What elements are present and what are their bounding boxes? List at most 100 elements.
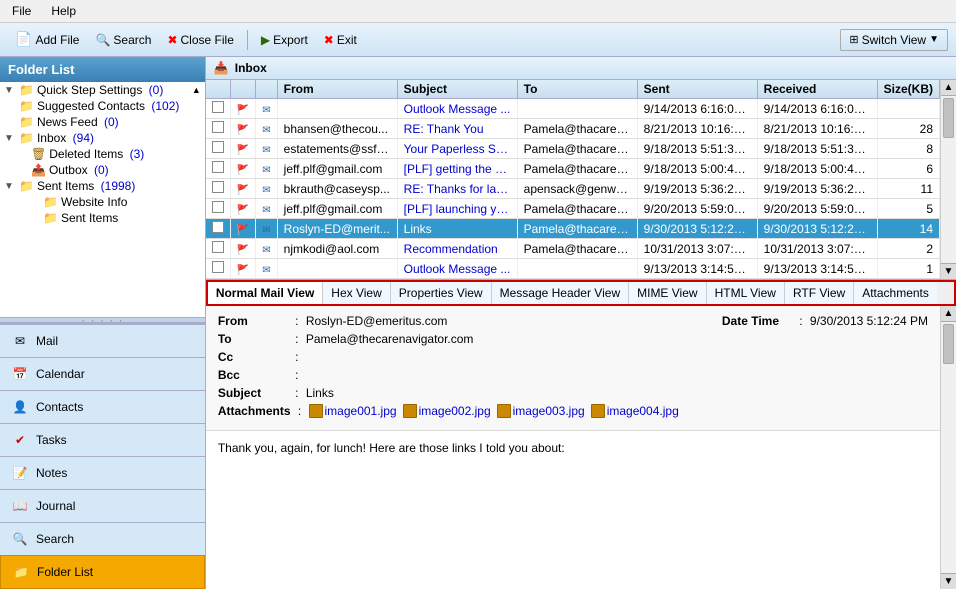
- table-row[interactable]: 🚩 ✉ bhansen@thecou... RE: Thank You Pame…: [206, 119, 940, 139]
- export-button[interactable]: ▶ Export: [254, 29, 315, 51]
- to-value: Pamela@thecarenavigator.com: [306, 332, 474, 346]
- row-check[interactable]: [206, 259, 231, 279]
- tree-item-suggested[interactable]: 📁 Suggested Contacts (102): [0, 98, 205, 114]
- table-row[interactable]: 🚩 ✉ jeff.plf@gmail.com [PLF] getting the…: [206, 159, 940, 179]
- table-row[interactable]: 🚩 ✉ estatements@ssfc... Your Paperless S…: [206, 139, 940, 159]
- exit-button[interactable]: ✖ Exit: [317, 29, 364, 51]
- row-check[interactable]: [206, 119, 231, 139]
- row-check[interactable]: [206, 219, 231, 239]
- checkbox[interactable]: [212, 261, 224, 273]
- col-sent[interactable]: Sent: [637, 80, 757, 99]
- col-received[interactable]: Received: [757, 80, 877, 99]
- row-flag: 🚩: [230, 259, 255, 279]
- preview-scroll-down[interactable]: ▼: [941, 573, 956, 589]
- view-tab-hex-view[interactable]: Hex View: [323, 282, 390, 304]
- col-subject[interactable]: Subject: [397, 80, 517, 99]
- checkbox[interactable]: [212, 221, 224, 233]
- nav-item-calendar[interactable]: 📅 Calendar: [0, 357, 205, 390]
- scroll-down-btn[interactable]: ▼: [941, 263, 956, 279]
- switch-view-button[interactable]: ⊞ Switch View ▼: [840, 29, 948, 51]
- checkbox[interactable]: [212, 141, 224, 153]
- subject-value: Links: [306, 386, 334, 400]
- tree-item-quick-step[interactable]: ▼ 📁 Quick Step Settings (0) ▲: [0, 82, 205, 98]
- row-check[interactable]: [206, 179, 231, 199]
- nav-item-search[interactable]: 🔍 Search: [0, 522, 205, 555]
- table-row[interactable]: 🚩 ✉ Outlook Message ... 9/14/2013 6:16:0…: [206, 99, 940, 119]
- nav-item-tasks[interactable]: ✔ Tasks: [0, 423, 205, 456]
- colon-subject: :: [292, 386, 302, 400]
- row-check[interactable]: [206, 239, 231, 259]
- col-to[interactable]: To: [517, 80, 637, 99]
- col-from[interactable]: From: [277, 80, 397, 99]
- checkbox[interactable]: [212, 241, 224, 253]
- col-check[interactable]: [206, 80, 231, 99]
- table-row[interactable]: 🚩 ✉ bkrauth@caseysp... RE: Thanks for la…: [206, 179, 940, 199]
- tree-label-sent: Sent Items: [37, 179, 94, 193]
- table-row[interactable]: 🚩 ✉ njmkodi@aol.com Recommendation Pamel…: [206, 239, 940, 259]
- attachment-item[interactable]: image003.jpg: [497, 404, 585, 418]
- sidebar-header: Folder List: [0, 57, 205, 82]
- inbox-folder-icon: 📥: [214, 61, 229, 75]
- preview-scrollbar[interactable]: ▲ ▼: [940, 306, 956, 589]
- row-flag: 🚩: [230, 179, 255, 199]
- nav-item-journal[interactable]: 📖 Journal: [0, 489, 205, 522]
- attachment-item[interactable]: image001.jpg: [309, 404, 397, 418]
- checkbox[interactable]: [212, 201, 224, 213]
- table-row[interactable]: 🚩 ✉ jeff.plf@gmail.com [PLF] launching y…: [206, 199, 940, 219]
- from-label: From: [218, 314, 288, 328]
- nav-item-mail[interactable]: ✉ Mail: [0, 324, 205, 357]
- sidebar-tree[interactable]: ▼ 📁 Quick Step Settings (0) ▲ 📁 Suggeste…: [0, 82, 205, 317]
- view-tab-message-header-view[interactable]: Message Header View: [492, 282, 630, 304]
- nav-item-contacts[interactable]: 👤 Contacts: [0, 390, 205, 423]
- tree-item-sent2[interactable]: 📁 Sent Items: [0, 210, 205, 226]
- view-tab-properties-view[interactable]: Properties View: [391, 282, 492, 304]
- view-tab-mime-view[interactable]: MIME View: [629, 282, 706, 304]
- preview-scroll-thumb[interactable]: [943, 324, 954, 364]
- col-flag[interactable]: [230, 80, 255, 99]
- checkbox[interactable]: [212, 161, 224, 173]
- mail-icon: ✉: [10, 331, 30, 351]
- checkbox[interactable]: [212, 121, 224, 133]
- tree-item-inbox[interactable]: ▼ 📁 Inbox (94): [0, 130, 205, 146]
- tree-item-outbox[interactable]: 📤 Outbox (0): [0, 162, 205, 178]
- attachment-item[interactable]: image002.jpg: [403, 404, 491, 418]
- tree-item-deleted[interactable]: 🗑 Deleted Items (3): [0, 146, 205, 162]
- col-size[interactable]: Size(KB): [877, 80, 939, 99]
- row-check[interactable]: [206, 99, 231, 119]
- tree-count-sent: (1998): [97, 179, 135, 193]
- view-tab-rtf-view[interactable]: RTF View: [785, 282, 854, 304]
- scroll-up[interactable]: ▲: [192, 85, 201, 95]
- menu-file[interactable]: File: [8, 2, 35, 20]
- scroll-thumb[interactable]: [943, 98, 954, 138]
- table-row[interactable]: 🚩 ✉ Outlook Message ... 9/13/2013 3:14:5…: [206, 259, 940, 279]
- preview-scroll-up[interactable]: ▲: [941, 306, 956, 322]
- nav-label-journal: Journal: [36, 499, 75, 513]
- col-attach[interactable]: [256, 80, 277, 99]
- row-check[interactable]: [206, 199, 231, 219]
- nav-label-search: Search: [36, 532, 74, 546]
- close-file-button[interactable]: ✖ Close File: [160, 29, 240, 51]
- tree-item-newsfeed[interactable]: 📁 News Feed (0): [0, 114, 205, 130]
- search-button[interactable]: 🔍 Search: [88, 29, 158, 51]
- view-tab-normal-mail-view[interactable]: Normal Mail View: [208, 282, 323, 304]
- add-file-button[interactable]: 📄 Add File: [8, 27, 86, 52]
- view-tab-attachments[interactable]: Attachments: [854, 282, 937, 304]
- table-row[interactable]: 🚩 ✉ Roslyn-ED@merit... Links Pamela@thac…: [206, 219, 940, 239]
- row-check[interactable]: [206, 139, 231, 159]
- attachment-item[interactable]: image004.jpg: [591, 404, 679, 418]
- tree-item-sent[interactable]: ▼ 📁 Sent Items (1998): [0, 178, 205, 194]
- scroll-up-btn[interactable]: ▲: [941, 80, 956, 96]
- row-attach: ✉: [256, 139, 277, 159]
- checkbox[interactable]: [212, 101, 224, 113]
- attach-thumb-icon: [403, 404, 417, 418]
- nav-item-notes[interactable]: 📝 Notes: [0, 456, 205, 489]
- checkbox[interactable]: [212, 181, 224, 193]
- row-from: [277, 99, 397, 119]
- tree-label-news: News Feed: [37, 115, 98, 129]
- view-tab-html-view[interactable]: HTML View: [707, 282, 785, 304]
- menu-help[interactable]: Help: [47, 2, 80, 20]
- colon-att: :: [295, 404, 305, 418]
- email-list-scrollbar[interactable]: ▲ ▼: [940, 80, 956, 279]
- tree-item-website[interactable]: 📁 Website Info: [0, 194, 205, 210]
- row-check[interactable]: [206, 159, 231, 179]
